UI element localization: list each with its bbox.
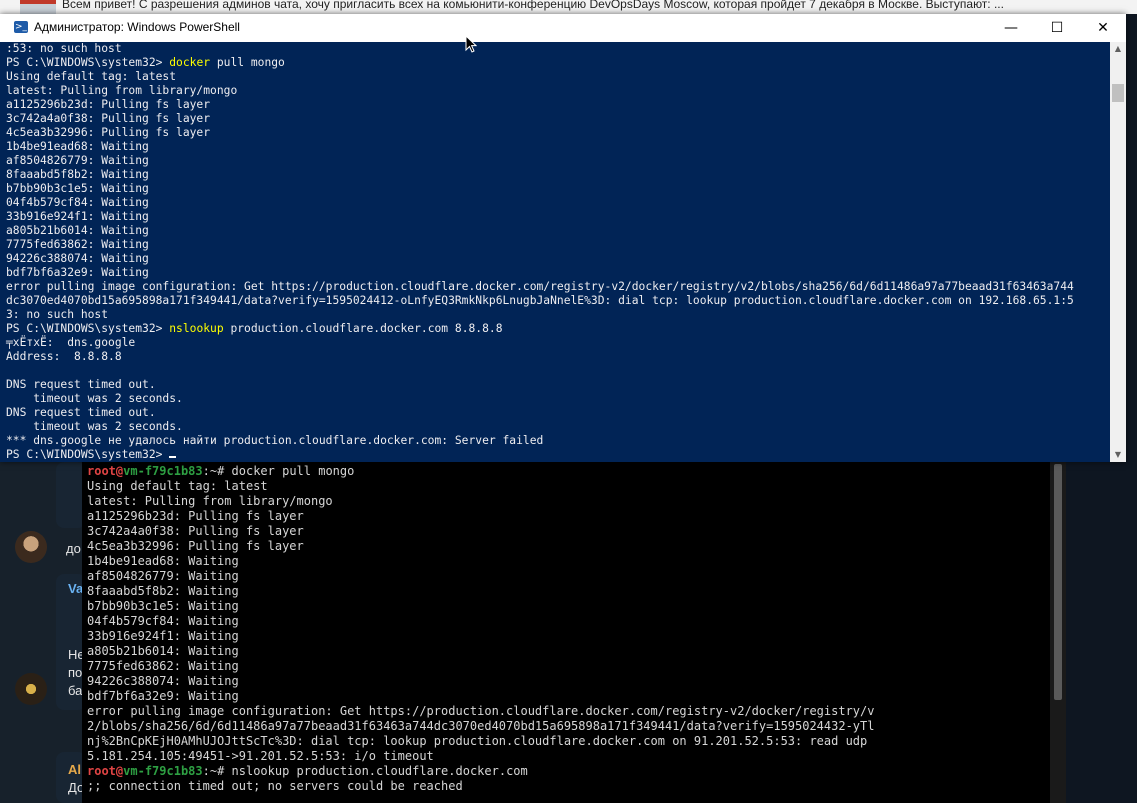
mouse-cursor-icon — [465, 35, 477, 53]
terminal-line: timeout was 2 seconds. — [6, 392, 183, 405]
terminal-line: af8504826779: Waiting — [6, 154, 149, 167]
powershell-scrollbar[interactable]: ▲ ▼ — [1110, 42, 1126, 462]
terminal-line: a1125296b23d: Pulling fs layer — [6, 98, 211, 111]
terminal-line: DNS request timed out. — [6, 378, 156, 391]
terminal-line: DNS request timed out. — [6, 406, 156, 419]
powershell-titlebar[interactable]: >_ Администратор: Windows PowerShell — ☐… — [0, 14, 1126, 42]
terminal-line: dc3070ed4070bd15a695898a171f349441/data?… — [6, 294, 1074, 307]
powershell-scrollbar-thumb[interactable] — [1112, 84, 1124, 102]
terminal-line: :53: no such host — [6, 42, 122, 55]
command-args: pull mongo — [210, 56, 285, 69]
command-name: docker — [169, 56, 211, 69]
terminal-line: af8504826779: Waiting — [87, 569, 239, 583]
terminal-line: ;; connection timed out; no servers coul… — [87, 779, 463, 793]
user-avatar[interactable] — [15, 673, 47, 705]
chat-snippet: до — [66, 541, 81, 556]
terminal-line: 4c5ea3b32996: Pulling fs layer — [87, 539, 304, 553]
prompt-host: vm-f79c1b83 — [123, 464, 203, 478]
terminal-line: Using default tag: latest — [6, 70, 177, 83]
terminal-line: a805b21b6014: Waiting — [6, 224, 149, 237]
prompt-user: root — [87, 764, 116, 778]
terminal-line: b7bb90b3c1e5: Waiting — [87, 599, 239, 613]
terminal-line: 3c742a4a0f38: Pulling fs layer — [87, 524, 304, 538]
terminal-line: 7775fed63862: Waiting — [87, 659, 239, 673]
notification-banner[interactable]: Всем привет! С разрешения админов чата, … — [0, 0, 1137, 14]
terminal-line: bdf7bf6a32e9: Waiting — [87, 689, 239, 703]
terminal-line: bdf7bf6a32e9: Waiting — [6, 266, 149, 279]
terminal-line: 7775fed63862: Waiting — [6, 238, 149, 251]
maximize-button[interactable]: ☐ — [1034, 14, 1080, 42]
terminal-line: 04f4b579cf84: Waiting — [87, 614, 239, 628]
terminal-line: 1b4be91ead68: Waiting — [6, 140, 149, 153]
user-avatar[interactable] — [15, 531, 47, 563]
command-name: nslookup — [169, 322, 224, 335]
terminal-line: timeout was 2 seconds. — [6, 420, 183, 433]
scroll-down-arrow-icon[interactable]: ▼ — [1110, 448, 1126, 462]
shell-prompt: PS C:\WINDOWS\system32> — [6, 322, 170, 335]
chat-sender-name[interactable]: Va — [68, 581, 83, 596]
prompt-separator: :~# — [202, 464, 232, 478]
linux-terminal[interactable]: root@vm-f79c1b83:~# docker pull mongo Usi… — [82, 462, 1050, 803]
terminal-line: PS C:\WINDOWS\system32> docker pull mong… — [6, 56, 1106, 70]
terminal-line: root@vm-f79c1b83:~# docker pull mongo — [87, 464, 1037, 479]
command-text: docker pull mongo — [231, 464, 355, 478]
shell-prompt: PS C:\WINDOWS\system32> — [6, 56, 170, 69]
prompt-user: root — [87, 464, 116, 478]
terminal-line: 4c5ea3b32996: Pulling fs layer — [6, 126, 211, 139]
terminal-line: ╤хЁтхЁ: dns.google — [6, 336, 136, 349]
minimize-button[interactable]: — — [988, 14, 1034, 42]
terminal-line: root@vm-f79c1b83:~# nslookup production.… — [87, 764, 1037, 779]
terminal-line: 94226c388074: Waiting — [87, 674, 239, 688]
terminal-line: *** dns.google не удалось найти producti… — [6, 434, 544, 447]
chat-sender-name[interactable]: Al — [68, 762, 81, 777]
terminal-line: a805b21b6014: Waiting — [87, 644, 239, 658]
terminal-line: Using default tag: latest — [87, 479, 268, 493]
terminal-line: b7bb90b3c1e5: Waiting — [6, 182, 149, 195]
terminal-line: error pulling image configuration: Get h… — [87, 704, 875, 718]
linux-terminal-output: root@vm-f79c1b83:~# docker pull mongo Usi… — [87, 464, 1037, 794]
notification-text: Всем привет! С разрешения админов чата, … — [62, 0, 1004, 11]
command-text: nslookup production.cloudflare.docker.co… — [231, 764, 528, 778]
powershell-window[interactable]: >_ Администратор: Windows PowerShell — ☐… — [0, 14, 1126, 462]
text-cursor — [169, 456, 177, 458]
chat-snippet: по — [68, 665, 83, 680]
terminal-line: 04f4b579cf84: Waiting — [6, 196, 149, 209]
prompt-host: vm-f79c1b83 — [123, 764, 203, 778]
notification-thumbnail — [20, 0, 56, 14]
command-args: production.cloudflare.docker.com 8.8.8.8 — [223, 322, 503, 335]
powershell-output: :53: no such host PS C:\WINDOWS\system32>… — [6, 42, 1106, 462]
terminal-line: 3: no such host — [6, 308, 109, 321]
terminal-line: error pulling image configuration: Get h… — [6, 280, 1074, 293]
terminal-line: 5.181.254.105:49451->91.201.52.5:53: i/o… — [87, 749, 434, 763]
terminal-line: 8faaabd5f8b2: Waiting — [87, 584, 239, 598]
terminal-line: nj%2BnCpKEjH0AMhUJOJttScTc%3D: dial tcp:… — [87, 734, 868, 748]
terminal-line: 1b4be91ead68: Waiting — [87, 554, 239, 568]
terminal-line: 2/blobs/sha256/6d/6d11486a97a77beaad31f6… — [87, 719, 875, 733]
terminal-line: a1125296b23d: Pulling fs layer — [87, 509, 304, 523]
powershell-icon: >_ — [14, 21, 28, 33]
terminal-line: 3c742a4a0f38: Pulling fs layer — [6, 112, 211, 125]
terminal-line: latest: Pulling from library/mongo — [87, 494, 333, 508]
close-button[interactable]: ✕ — [1080, 14, 1126, 42]
terminal-line: 8faaabd5f8b2: Waiting — [6, 168, 149, 181]
linux-scrollbar[interactable] — [1050, 462, 1066, 803]
window-title: Администратор: Windows PowerShell — [34, 20, 240, 34]
linux-scrollbar-thumb[interactable] — [1054, 464, 1062, 700]
shell-prompt: PS C:\WINDOWS\system32> — [6, 448, 170, 461]
terminal-line: 33b916e924f1: Waiting — [6, 210, 149, 223]
terminal-line: latest: Pulling from library/mongo — [6, 84, 238, 97]
prompt-separator: :~# — [202, 764, 232, 778]
terminal-line: PS C:\WINDOWS\system32> — [6, 448, 1106, 462]
terminal-line: 33b916e924f1: Waiting — [87, 629, 239, 643]
terminal-line: Address: 8.8.8.8 — [6, 350, 122, 363]
terminal-line: 94226c388074: Waiting — [6, 252, 149, 265]
chat-snippet: ба — [68, 683, 83, 698]
scroll-up-arrow-icon[interactable]: ▲ — [1110, 42, 1126, 56]
terminal-line: PS C:\WINDOWS\system32> nslookup product… — [6, 322, 1106, 336]
